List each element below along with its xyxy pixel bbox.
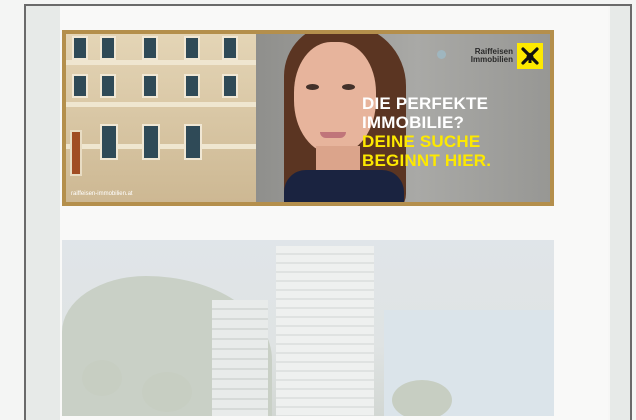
brand-line2: Immobilien [470, 55, 513, 64]
ad-url: raiffeisen-immobilien.at [71, 191, 133, 197]
tower-image [276, 246, 374, 416]
ad-headline: DIE PERFEKTE IMMOBILIE? DEINE SUCHE BEGI… [362, 94, 491, 170]
facade-image [66, 34, 256, 202]
headline-line-2: IMMOBILIE? [362, 113, 465, 132]
city-waterfront-photo[interactable] [62, 240, 554, 416]
right-margin [610, 6, 630, 420]
building-image [212, 300, 268, 416]
ad-banner[interactable]: Raiffeisen Immobilien DIE PERFEKTE IMMOB… [62, 30, 554, 206]
headline-line-1: DIE PERFEKTE [362, 94, 489, 113]
ad-banner-image: Raiffeisen Immobilien DIE PERFEKTE IMMOB… [66, 34, 550, 202]
raiffeisen-gable-cross-icon [517, 43, 543, 69]
globe-icon [437, 50, 446, 59]
headline-line-3: DEINE SUCHE [362, 132, 481, 151]
left-margin [26, 6, 60, 420]
headline-line-4: BEGINNT HIER. [362, 151, 492, 170]
brand-logo: Raiffeisen Immobilien [471, 43, 543, 69]
